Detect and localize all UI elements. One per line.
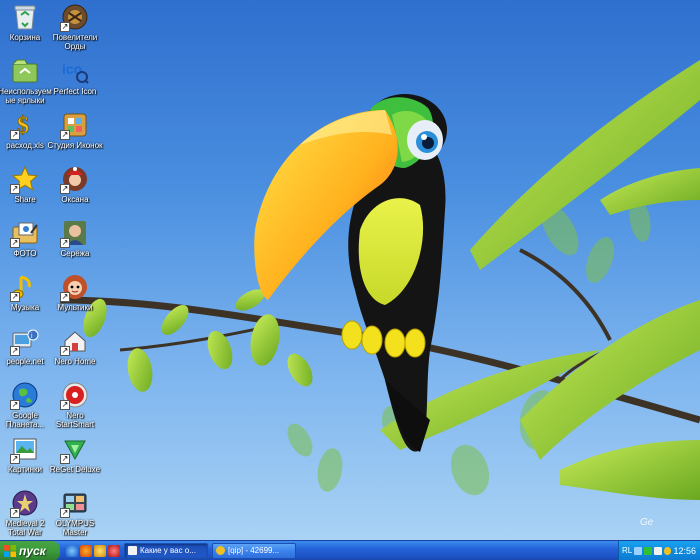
desktop-icon-label: Nero StartSmart [55, 411, 95, 429]
photo-folder-icon: ↗ [10, 218, 40, 248]
media-player-icon[interactable] [94, 544, 106, 557]
desktop-icon-label: Студия Иконок [47, 141, 103, 150]
desktop-icon-reget-deluxe[interactable]: ↗ ReGet Deluxe [50, 434, 100, 488]
quick-launch [66, 544, 120, 557]
desktop-icon-seryozha[interactable]: ↗ Серёжа [50, 218, 100, 272]
photo-icon: ↗ [60, 164, 90, 194]
desktop-icon-label: people.net [6, 357, 44, 366]
desktop-icon-muzyka[interactable]: ↗ Музыка [0, 272, 50, 326]
desktop-icon-label: ФОТО [13, 249, 37, 258]
network-tray-icon[interactable] [634, 546, 643, 555]
svg-text:ico: ico [62, 61, 82, 77]
desktop-icon-povelitely-ordy[interactable]: ↗ Повелители Орды [50, 2, 100, 56]
desktop-icon-label: Корзина [9, 33, 41, 42]
desktop-icon-label: расход.xls [6, 141, 44, 150]
taskbar-button-qip[interactable]: [qip] - 42699... [212, 542, 296, 559]
antivirus-tray-icon[interactable] [644, 546, 652, 555]
desktop-icon-label: Музыка [10, 303, 40, 312]
desktop-icon-olympus-master[interactable]: ↗ OLYMPUS Master [50, 488, 100, 540]
volume-tray-icon[interactable] [653, 546, 662, 555]
desktop-icon-label: Share [14, 195, 36, 204]
desktop-icon-label: Оксана [61, 195, 89, 204]
desktop-icon-multiki[interactable]: ↗ Мультики [50, 272, 100, 326]
desktop-icon-raskhod-xls[interactable]: $ ↗ расход.xls [0, 110, 50, 164]
desktop-icon-label: Мультики [57, 303, 93, 312]
task-label: Какие у вас о... [140, 545, 196, 555]
desktop-icon-label: Повелители Орды [52, 33, 98, 51]
desktop-icon-nero-home[interactable]: ↗ Nero Home [50, 326, 100, 380]
wallpaper: Ge [59, 60, 700, 528]
medieval-icon: ↗ [10, 488, 40, 518]
desktop-icon-google-planeta[interactable]: ↗ Google Планета... [0, 380, 50, 434]
desktop-icon-label: Google Планета... [5, 411, 45, 429]
internet-explorer-icon[interactable] [66, 544, 78, 557]
desktop-icon-people-net[interactable]: i ↗ people.net [0, 326, 50, 380]
browser-window-icon [128, 546, 137, 555]
unused-shortcuts-icon [10, 56, 40, 86]
game-icon: ↗ [60, 2, 90, 32]
network-icon: i ↗ [10, 326, 40, 356]
desktop-icon-label: Серёжа [60, 249, 90, 258]
desktop-icon-perfect-icon[interactable]: ico Perfect Icon [50, 56, 100, 110]
desktop-icon-label: Perfect Icon [53, 87, 97, 96]
download-icon: ↗ [60, 434, 90, 464]
desktop-icon-share[interactable]: ↗ Share [0, 164, 50, 218]
desktop-icon-medieval-2[interactable]: ↗ Medieval 2 Total War [0, 488, 50, 540]
start-button[interactable]: пуск [0, 540, 60, 560]
windows-logo-icon [4, 544, 16, 557]
desktop-icon-label: ReGet Deluxe [49, 465, 101, 474]
globe-icon: ↗ [10, 380, 40, 410]
recycle-bin-icon [10, 2, 40, 32]
desktop-icon-oksana[interactable]: ↗ Оксана [50, 164, 100, 218]
svg-text:Ge: Ge [640, 517, 654, 528]
desktop-icon-studiya-ikonok[interactable]: ↗ Студия Иконок [47, 110, 103, 164]
nero-icon: ↗ [60, 380, 90, 410]
show-desktop-icon[interactable] [108, 544, 120, 557]
desktop-icon-label: Medieval 2 Total War [5, 519, 45, 537]
desktop-icon-label: Неиспользуемые ярлыки [0, 87, 52, 105]
desktop-icon-kartinki[interactable]: ↗ Картинки [0, 434, 50, 488]
desktop-icon-nero-startsmart[interactable]: ↗ Nero StartSmart [50, 380, 100, 434]
nero-home-icon: ↗ [60, 326, 90, 356]
taskbar-button-browser[interactable]: Какие у вас о... [124, 542, 208, 559]
desktop-icon-unused-shortcuts[interactable]: Неиспользуемые ярлыки [0, 56, 52, 110]
language-indicator[interactable]: RL [622, 546, 632, 555]
cartoon-icon: ↗ [60, 272, 90, 302]
photo-icon: ↗ [60, 218, 90, 248]
firefox-icon[interactable] [80, 544, 92, 557]
star-icon: ↗ [10, 164, 40, 194]
desktop-icon-recycle-bin[interactable]: Корзина [0, 2, 50, 56]
task-label: [qip] - 42699... [228, 545, 280, 555]
desktop-icon-label: Картинки [8, 465, 42, 474]
music-icon: ↗ [10, 272, 40, 302]
desktop-icon-foto[interactable]: ↗ ФОТО [0, 218, 50, 272]
olympus-icon: ↗ [60, 488, 90, 518]
taskbar: пуск Какие у вас о... [qip] - 42699... R… [0, 540, 700, 560]
desktop-icon-label: OLYMPUS Master [55, 519, 95, 537]
perfect-icon-icon: ico [60, 56, 90, 86]
qip-icon [216, 546, 225, 555]
pictures-icon: ↗ [10, 434, 40, 464]
desktop: Ge Корзина ↗ Повелители Орды Неиспользуе… [0, 0, 700, 540]
start-label: пуск [19, 543, 46, 558]
icon-studio-icon: ↗ [60, 110, 90, 140]
clock[interactable]: 12:56 [673, 546, 696, 556]
desktop-icon-label: Nero Home [54, 357, 96, 366]
qip-tray-icon[interactable] [663, 546, 672, 555]
system-tray: RL 12:56 [618, 540, 700, 560]
excel-file-icon: $ ↗ [10, 113, 29, 140]
